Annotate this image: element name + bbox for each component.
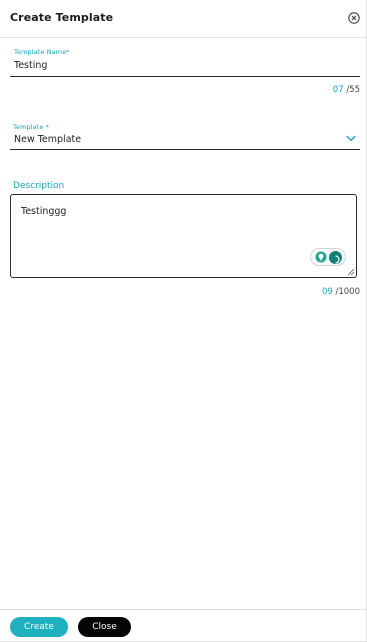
template-select-label: Template * bbox=[13, 123, 49, 131]
circle-toggle-icon[interactable] bbox=[329, 251, 342, 264]
toggle-arc-icon bbox=[335, 255, 340, 264]
template-name-count: 07 bbox=[332, 85, 344, 95]
description-label: Description bbox=[13, 181, 65, 191]
ai-assist-pill bbox=[310, 248, 346, 266]
close-icon[interactable] bbox=[348, 12, 360, 24]
template-select-underline bbox=[10, 149, 360, 150]
description-text: Testinggg bbox=[21, 206, 67, 217]
description-counter: 09 /1000 bbox=[290, 287, 360, 297]
create-button[interactable]: Create bbox=[10, 617, 68, 637]
chevron-down-icon[interactable] bbox=[346, 135, 356, 142]
description-textarea[interactable]: Testinggg bbox=[10, 194, 357, 278]
template-name-max: /55 bbox=[346, 85, 360, 95]
resize-grip-icon[interactable] bbox=[347, 268, 355, 276]
create-template-panel: Create Template Template Name* Testing 0… bbox=[0, 0, 367, 642]
template-name-underline bbox=[10, 76, 360, 77]
template-select[interactable]: New Template bbox=[14, 134, 81, 145]
close-button[interactable]: Close bbox=[78, 617, 131, 637]
dialog-title: Create Template bbox=[10, 11, 114, 24]
template-name-counter: 07 /55 bbox=[300, 85, 360, 95]
footer-divider bbox=[0, 609, 366, 610]
description-max: /1000 bbox=[335, 287, 361, 297]
lightbulb-icon[interactable] bbox=[315, 251, 327, 263]
template-name-input[interactable]: Testing bbox=[14, 60, 47, 71]
template-name-label: Template Name* bbox=[14, 48, 70, 56]
dialog-header: Create Template bbox=[0, 0, 366, 38]
description-count: 09 bbox=[321, 287, 333, 297]
